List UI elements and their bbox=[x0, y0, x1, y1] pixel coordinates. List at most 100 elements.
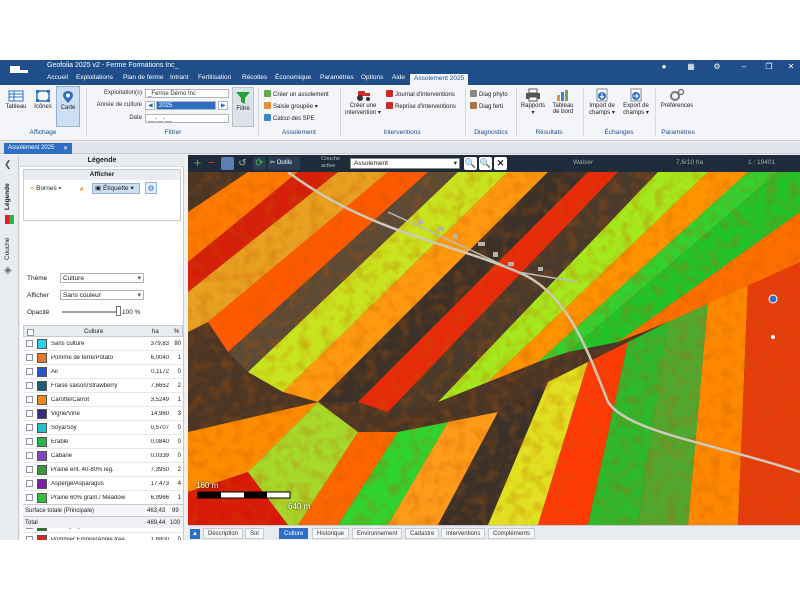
legend-row[interactable]: Vigne/Vine 14,960 3 bbox=[23, 407, 183, 421]
legend-row[interactable]: Carotte/Carrot 3,5249 1 bbox=[23, 393, 183, 407]
bornes-button[interactable]: ⟡ Bornes ▾ bbox=[30, 185, 61, 193]
legend-row[interactable]: Erable 0,0840 0 bbox=[23, 435, 183, 449]
menu-parametres[interactable]: Paramètres bbox=[318, 74, 356, 81]
exploitations-select[interactable]: _Ferme Démo Inc bbox=[145, 89, 229, 98]
row-checkbox[interactable] bbox=[26, 536, 33, 540]
tab-sol[interactable]: Sol bbox=[245, 528, 264, 539]
row-checkbox[interactable] bbox=[26, 466, 33, 473]
close-button[interactable]: ✕ bbox=[782, 61, 800, 72]
menu-fertilisation[interactable]: Fertilisation bbox=[196, 74, 233, 81]
tab-description[interactable]: Description bbox=[203, 528, 244, 539]
menu-accueil[interactable]: Accueil bbox=[45, 74, 70, 81]
zoom-in-icon[interactable]: 🔍 bbox=[464, 157, 477, 170]
legend-row[interactable]: Prairie ent. 40-80% lég. 7,3950 2 bbox=[23, 463, 183, 477]
menu-intrant[interactable]: Intrant bbox=[168, 74, 190, 81]
theme-select[interactable]: Culture bbox=[60, 273, 144, 283]
export-champs-button[interactable]: Export de champs ▾ bbox=[620, 88, 652, 116]
date-field[interactable]: __-__-__ bbox=[145, 114, 229, 123]
cancel-selection-icon[interactable]: ✕ bbox=[494, 157, 507, 170]
diag-ferti-button[interactable]: Diag ferti bbox=[470, 102, 503, 110]
etiquette-button[interactable]: ▣ Étiquette ▾ bbox=[92, 183, 140, 194]
minimize-button[interactable]: – bbox=[735, 61, 753, 72]
import-champs-button[interactable]: Import de champs ▾ bbox=[586, 88, 618, 116]
collapse-left-icon[interactable]: ❮ bbox=[4, 159, 12, 170]
add-icon[interactable]: + bbox=[191, 156, 204, 170]
legend-row[interactable]: Cabane 0,0339 0 bbox=[23, 449, 183, 463]
calcul-spe-button[interactable]: Calcul des SPE bbox=[264, 114, 315, 122]
row-checkbox[interactable] bbox=[26, 424, 33, 431]
close-tab-icon[interactable]: ✕ bbox=[63, 145, 68, 152]
couche-active-select[interactable]: Assolement ▾ bbox=[350, 158, 460, 169]
legend-row[interactable]: Ail 0,1172 0 bbox=[23, 365, 183, 379]
icones-button[interactable]: Icônes bbox=[31, 89, 55, 110]
filtre-button[interactable]: Filtre bbox=[232, 87, 254, 127]
expand-up-icon[interactable]: ▲ bbox=[190, 529, 200, 539]
maximize-button[interactable]: ❐ bbox=[760, 61, 778, 72]
journal-interventions-button[interactable]: Journal d'interventions bbox=[386, 90, 455, 98]
afficher-select[interactable]: Sans couleur bbox=[60, 290, 144, 300]
legend-row[interactable]: Soya/Soy 0,5707 0 bbox=[23, 421, 183, 435]
tab-cadastre[interactable]: Cadastre bbox=[405, 528, 440, 539]
legend-row[interactable]: Sans culture 379,83 80 bbox=[23, 337, 183, 351]
creer-assolement-button[interactable]: Créer un assolement bbox=[264, 90, 329, 98]
zoom-out-icon[interactable]: 🔍 bbox=[479, 157, 492, 170]
row-checkbox[interactable] bbox=[26, 452, 33, 459]
tab-complements[interactable]: Compléments bbox=[488, 528, 536, 539]
select-all-checkbox[interactable] bbox=[27, 329, 34, 336]
menu-economique[interactable]: Économique bbox=[273, 74, 313, 81]
map-view[interactable]: 160 m 640 m bbox=[188, 172, 800, 525]
legend-row[interactable]: Prairie 60% gram./ Meadow 6,9966 1 bbox=[23, 491, 183, 505]
menu-options[interactable]: Options bbox=[359, 74, 385, 81]
menu-plan-de-ferme[interactable]: Plan de ferme bbox=[121, 74, 165, 81]
row-checkbox[interactable] bbox=[26, 410, 33, 417]
row-checkbox[interactable] bbox=[26, 368, 33, 375]
menu-recoltes[interactable]: Récoltes bbox=[240, 74, 269, 81]
tab-assolement-2025[interactable]: Assolement 2025 ✕ bbox=[4, 143, 72, 154]
tab-interventions[interactable]: Interventions bbox=[441, 528, 486, 539]
tableau-bord-button[interactable]: Tableau de bord bbox=[549, 88, 577, 115]
settings-icon[interactable]: ⚙ bbox=[708, 61, 726, 72]
outils-button[interactable]: ✂ Outils bbox=[268, 157, 300, 170]
rapports-button[interactable]: Rapports ▾ bbox=[519, 88, 547, 116]
tab-culture[interactable]: Culture bbox=[279, 528, 309, 539]
legend-row[interactable]: Fraise saison/Strawberry 7,6652 2 bbox=[23, 379, 183, 393]
tab-historique[interactable]: Historique bbox=[312, 528, 350, 539]
side-tab-legende[interactable]: Légende bbox=[4, 183, 11, 210]
annee-prev-button[interactable]: ◀ bbox=[145, 101, 155, 110]
row-checkbox[interactable] bbox=[26, 480, 33, 487]
legend-row[interactable]: Pomme de terre/Potato 6,0040 1 bbox=[23, 351, 183, 365]
row-checkbox[interactable] bbox=[26, 382, 33, 389]
row-checkbox[interactable] bbox=[26, 340, 33, 347]
annee-select[interactable]: 2025 bbox=[156, 101, 216, 110]
carte-button[interactable]: Carte bbox=[56, 86, 80, 127]
menu-assolement-2025[interactable]: Assolement 2025 bbox=[410, 74, 469, 85]
help-icon[interactable]: ● bbox=[655, 61, 673, 72]
remove-icon[interactable]: − bbox=[205, 156, 218, 170]
diag-phyto-button[interactable]: Diag phyto bbox=[470, 90, 508, 98]
palette-icon[interactable]: ◕ bbox=[79, 184, 84, 193]
legend-row[interactable]: Asperge/Asparagus 17,473 4 bbox=[23, 477, 183, 491]
save-icon[interactable] bbox=[221, 157, 234, 170]
menu-exploitations[interactable]: Exploitations bbox=[74, 74, 115, 81]
refresh-icon[interactable]: ⟳ bbox=[253, 157, 266, 170]
annee-next-button[interactable]: ▶ bbox=[218, 101, 228, 110]
row-checkbox[interactable] bbox=[26, 494, 33, 501]
row-checkbox[interactable] bbox=[26, 438, 33, 445]
preferences-button[interactable]: Préférences bbox=[658, 88, 696, 109]
calculator-icon[interactable]: ▦ bbox=[682, 61, 700, 72]
tab-environnement[interactable]: Environnement bbox=[352, 528, 403, 539]
tableau-button[interactable]: Tableau bbox=[4, 89, 28, 110]
undo-icon[interactable]: ↺ bbox=[236, 157, 249, 170]
reprise-interventions-button[interactable]: Reprise d'interventions bbox=[386, 102, 456, 110]
opacite-slider-thumb[interactable] bbox=[116, 306, 121, 316]
legend-settings-icon[interactable]: ⚙ bbox=[145, 182, 157, 194]
saisie-groupee-button[interactable]: Saisie groupée ▾ bbox=[264, 102, 318, 110]
opacite-slider-track[interactable] bbox=[62, 311, 118, 313]
legend-row[interactable]: Pommier Empire/Apple tree 1,8800 0 bbox=[23, 533, 183, 540]
side-tab-couche[interactable]: Couche bbox=[4, 238, 11, 260]
menu-aide[interactable]: Aide bbox=[390, 74, 407, 81]
map-marker-icon[interactable] bbox=[768, 294, 778, 304]
row-checkbox[interactable] bbox=[26, 396, 33, 403]
creer-intervention-button[interactable]: Créer une intervention ▾ bbox=[343, 88, 383, 116]
row-checkbox[interactable] bbox=[26, 354, 33, 361]
